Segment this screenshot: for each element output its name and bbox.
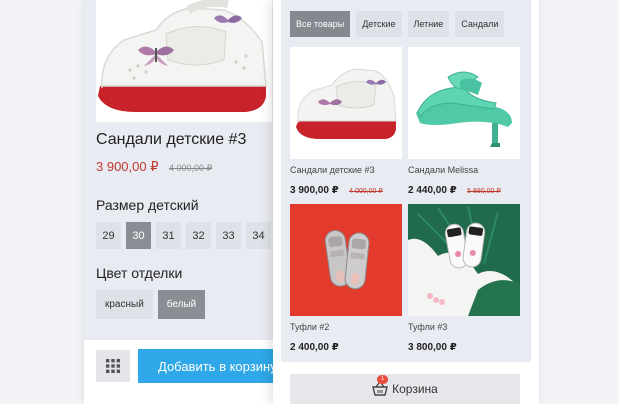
size-option-33[interactable]: 33 — [216, 222, 241, 249]
product-card-title[interactable]: Туфли #3 — [408, 322, 521, 332]
product-card-price-row: 3 900,00 ₽ 4 000,00 ₽ — [290, 180, 403, 198]
product-card-title[interactable]: Сандали Melissa — [408, 165, 521, 175]
product-card-image[interactable] — [408, 47, 520, 159]
product-card-old-price: 5 880,00 ₽ — [467, 188, 501, 195]
size-option-30[interactable]: 30 — [126, 222, 151, 249]
product-card-title[interactable]: Туфли #2 — [290, 322, 403, 332]
product-card-price-row: 2 400,00 ₽ — [290, 337, 403, 355]
size-option-34[interactable]: 34 — [246, 222, 271, 249]
product-card[interactable]: Туфли #3 3 800,00 ₽ — [408, 204, 521, 355]
product-card-image[interactable] — [408, 204, 520, 316]
product-price: 3 900,00 ₽ — [96, 159, 159, 174]
product-price-row: 3 900,00 ₽ 4 000,00 ₽ — [96, 158, 212, 176]
product-card-price: 3 800,00 ₽ — [408, 342, 457, 353]
color-option-red[interactable]: красный — [96, 290, 153, 319]
color-section-label: Цвет отделки — [96, 265, 183, 281]
category-tabs: Все товары Детские Летние Сандали — [290, 11, 505, 37]
grid-icon — [106, 359, 120, 373]
catalog-panel: Все товары Детские Летние Сандали Сандал… — [273, 0, 539, 404]
product-card-old-price: 4 000,00 ₽ — [349, 188, 383, 195]
product-card[interactable]: Сандали детские #3 3 900,00 ₽ 4 000,00 ₽ — [290, 47, 403, 198]
color-option-white[interactable]: белый — [157, 290, 206, 319]
size-option-32[interactable]: 32 — [186, 222, 211, 249]
product-card-price-row: 3 800,00 ₽ — [408, 337, 521, 355]
cart-button[interactable]: 1 Корзина — [290, 374, 520, 404]
tab-sandals[interactable]: Сандали — [455, 11, 505, 37]
product-card-image[interactable] — [290, 204, 402, 316]
product-title: Сандали детские #3 — [96, 131, 247, 148]
basket-icon — [372, 382, 389, 396]
grid-view-button[interactable] — [96, 350, 130, 382]
product-card-price-row: 2 440,00 ₽ 5 880,00 ₽ — [408, 180, 521, 198]
product-hero-image — [96, 0, 272, 122]
product-old-price: 4 000,00 ₽ — [168, 163, 213, 173]
cart-count-badge: 1 — [377, 375, 389, 384]
product-card[interactable]: Туфли #2 2 400,00 ₽ — [290, 204, 403, 355]
cart-label: Корзина — [392, 382, 438, 396]
size-option-29[interactable]: 29 — [96, 222, 121, 249]
size-options: 29 30 31 32 33 34 — [96, 222, 271, 249]
tab-summer[interactable]: Летние — [407, 11, 450, 37]
size-option-31[interactable]: 31 — [156, 222, 181, 249]
tab-kids[interactable]: Детские — [356, 11, 402, 37]
product-card-price: 2 400,00 ₽ — [290, 342, 339, 353]
product-card-image[interactable] — [290, 47, 402, 159]
product-card[interactable]: Сандали Melissa 2 440,00 ₽ 5 880,00 ₽ — [408, 47, 521, 198]
product-card-price: 3 900,00 ₽ — [290, 185, 339, 196]
product-card-price: 2 440,00 ₽ — [408, 185, 457, 196]
product-card-title[interactable]: Сандали детские #3 — [290, 165, 403, 175]
size-section-label: Размер детский — [96, 197, 199, 213]
tab-all-products[interactable]: Все товары — [290, 11, 351, 37]
color-options: красный белый — [96, 290, 206, 319]
basket-icon-wrapper: 1 — [372, 375, 389, 396]
